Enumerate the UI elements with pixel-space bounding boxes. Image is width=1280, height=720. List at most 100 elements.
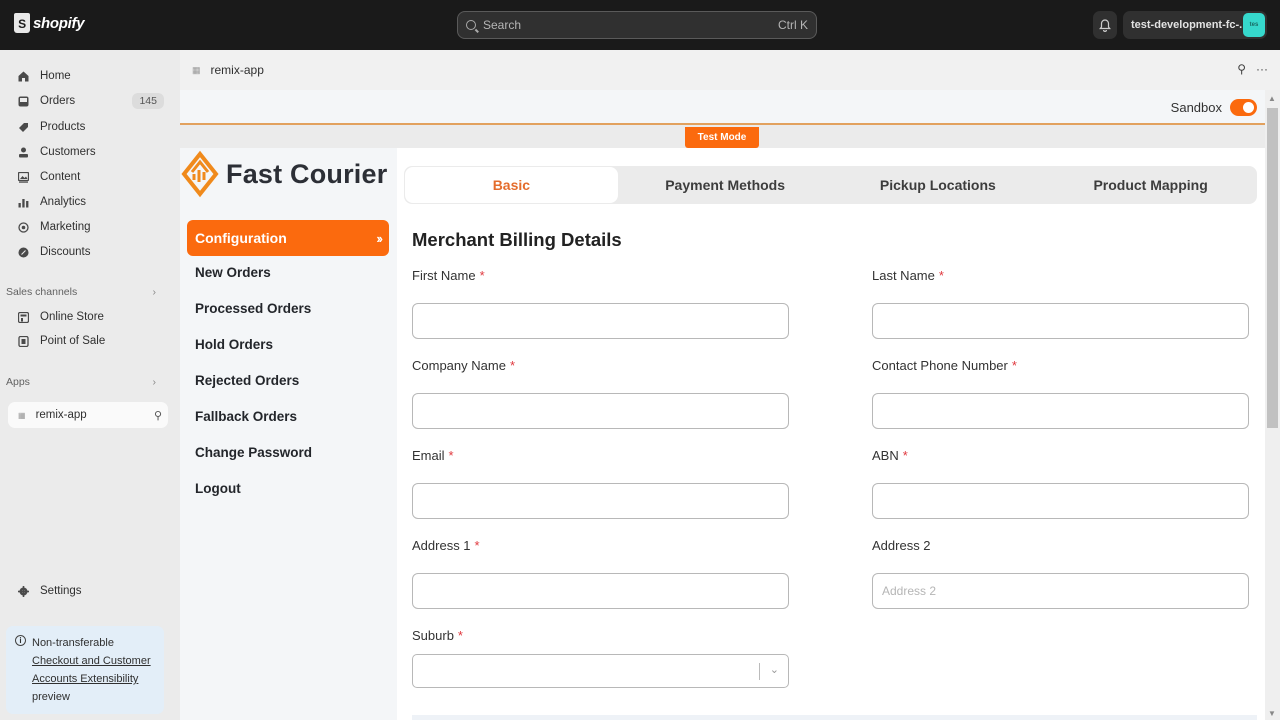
sidebar-item-label: Home	[40, 70, 71, 82]
tab-payment-methods[interactable]: Payment Methods	[619, 166, 832, 204]
bell-icon	[1099, 18, 1111, 32]
address2-label: Address 2	[872, 538, 931, 553]
sidebar-item-marketing[interactable]: Marketing	[8, 215, 168, 239]
brand-name: Fast Courier	[226, 158, 388, 189]
search-input[interactable]: Search Ctrl K	[457, 11, 817, 39]
required-mark: *	[938, 268, 944, 283]
company-name-field[interactable]	[412, 393, 789, 429]
company-name-label: Company Name *	[412, 358, 515, 373]
menu-item-new-orders[interactable]: New Orders	[195, 265, 271, 280]
sidebar-item-settings[interactable]: Settings	[8, 579, 168, 603]
apps-label: Apps	[6, 376, 30, 388]
notice-link[interactable]: Checkout and Customer Accounts Extensibi…	[32, 655, 151, 685]
contact-phone-label: Contact Phone Number *	[872, 358, 1017, 373]
orders-icon	[16, 94, 30, 108]
sidebar-item-orders[interactable]: Orders 145	[8, 89, 168, 113]
chevron-right-icon: ›	[152, 286, 157, 298]
required-mark: *	[902, 448, 908, 463]
store-icon	[16, 310, 30, 324]
shopify-logo[interactable]: S shopify	[14, 13, 85, 33]
gear-icon	[16, 584, 30, 598]
pin-icon[interactable]: ⚲	[154, 409, 162, 422]
suburb-select[interactable]: ⌄	[412, 654, 789, 688]
email-field[interactable]	[412, 483, 789, 519]
sales-channels-header[interactable]: Sales channels ›	[6, 286, 166, 298]
bar-chart-icon	[16, 195, 30, 209]
search-icon	[466, 20, 476, 30]
top-bar: S shopify Search Ctrl K test-development…	[0, 0, 1280, 50]
abn-label: ABN *	[872, 448, 908, 463]
menu-item-configuration[interactable]: Configuration ››	[187, 220, 389, 256]
more-actions-icon[interactable]: ···	[1256, 62, 1268, 76]
menu-item-fallback-orders[interactable]: Fallback Orders	[195, 409, 297, 424]
fast-courier-mark-icon	[181, 150, 219, 198]
sandbox-toggle[interactable]	[1230, 99, 1257, 116]
orders-count-badge: 145	[132, 93, 164, 109]
select-separator	[759, 663, 760, 680]
sidebar-item-point-of-sale[interactable]: Point of Sale	[8, 329, 168, 353]
menu-item-logout[interactable]: Logout	[195, 481, 241, 496]
address2-field[interactable]	[872, 573, 1249, 609]
sandbox-label: Sandbox	[1170, 100, 1222, 115]
apps-header[interactable]: Apps ›	[6, 376, 166, 388]
sidebar-item-analytics[interactable]: Analytics	[8, 190, 168, 214]
sidebar-item-label: Products	[40, 121, 86, 133]
scrollbar[interactable]: ▲ ▼	[1265, 90, 1280, 720]
scrollbar-thumb[interactable]	[1267, 108, 1278, 428]
sidebar-item-customers[interactable]: Customers	[8, 140, 168, 164]
sidebar-item-discounts[interactable]: Discounts	[8, 240, 168, 264]
shopify-bag-icon: S	[14, 13, 30, 33]
scroll-up-icon[interactable]: ▲	[1268, 94, 1276, 103]
required-mark: *	[448, 448, 454, 463]
menu-item-change-password[interactable]: Change Password	[195, 445, 312, 460]
next-section-strip	[412, 715, 1257, 720]
menu-item-rejected-orders[interactable]: Rejected Orders	[195, 373, 299, 388]
label-text: Company Name	[412, 358, 506, 373]
double-chevron-right-icon: ››	[376, 230, 383, 246]
app-header: ▦ remix-app ⚲ ···	[180, 50, 1280, 90]
app-icon: ▦	[18, 410, 26, 420]
notifications-button[interactable]	[1093, 11, 1117, 39]
home-icon	[16, 69, 30, 83]
sidebar-item-label: remix-app	[35, 409, 87, 421]
tab-basic[interactable]: Basic	[405, 167, 618, 203]
sandbox-bar: Sandbox	[180, 90, 1265, 125]
sidebar-item-content[interactable]: Content	[8, 165, 168, 189]
sidebar-item-home[interactable]: Home	[8, 64, 168, 88]
sidebar-item-online-store[interactable]: Online Store	[8, 305, 168, 329]
tab-product-mapping[interactable]: Product Mapping	[1044, 166, 1257, 204]
test-mode-badge: Test Mode	[685, 127, 759, 148]
sidebar-item-label: Marketing	[40, 221, 91, 233]
scroll-down-icon[interactable]: ▼	[1268, 709, 1276, 718]
sidebar-item-remix-app[interactable]: ▦ remix-app ⚲	[8, 402, 168, 428]
menu-item-label: Configuration	[195, 230, 287, 246]
menu-item-hold-orders[interactable]: Hold Orders	[195, 337, 273, 352]
label-text: First Name	[412, 268, 476, 283]
last-name-label: Last Name *	[872, 268, 944, 283]
admin-sidebar: Home Orders 145 Products Customers Conte…	[0, 50, 180, 720]
first-name-field[interactable]	[412, 303, 789, 339]
sales-channels-label: Sales channels	[6, 286, 78, 298]
abn-field[interactable]	[872, 483, 1249, 519]
tag-icon	[16, 120, 30, 134]
contact-phone-field[interactable]	[872, 393, 1249, 429]
address1-field[interactable]	[412, 573, 789, 609]
label-text: Email	[412, 448, 445, 463]
tab-pickup-locations[interactable]: Pickup Locations	[832, 166, 1045, 204]
sidebar-item-label: Analytics	[40, 196, 87, 208]
sidebar-item-products[interactable]: Products	[8, 115, 168, 139]
store-menu-button[interactable]: test-development-fc-... tes	[1123, 11, 1267, 39]
label-text: ABN	[872, 448, 899, 463]
sidebar-item-label: Content	[40, 171, 81, 183]
menu-item-processed-orders[interactable]: Processed Orders	[195, 301, 311, 316]
fast-courier-logo: Fast Courier	[180, 150, 387, 198]
settings-tabs: Basic Payment Methods Pickup Locations P…	[404, 166, 1257, 204]
notice-text: Non-transferable	[32, 637, 114, 649]
last-name-field[interactable]	[872, 303, 1249, 339]
pin-icon[interactable]: ⚲	[1237, 62, 1246, 76]
label-text: Address 1	[412, 538, 471, 553]
label-text: Last Name	[872, 268, 935, 283]
label-text: Suburb	[412, 628, 454, 643]
required-mark: *	[1011, 358, 1017, 373]
required-mark: *	[474, 538, 480, 553]
